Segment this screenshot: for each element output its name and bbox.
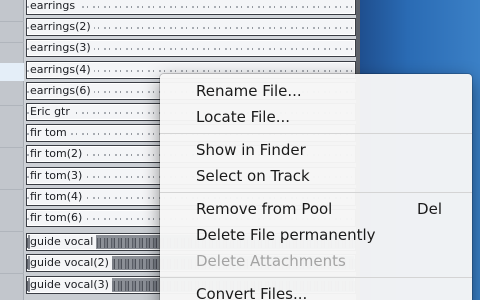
- menu-item-label: Rename File...: [196, 82, 302, 100]
- clip-name: earrings(6): [30, 84, 94, 98]
- menu-item-delete-attachments: Delete Attachments: [160, 248, 472, 274]
- clip-name: earrings(4): [30, 63, 94, 77]
- menu-item-select-on-track[interactable]: Select on Track: [160, 163, 472, 189]
- menu-item-label: Delete Attachments: [196, 252, 346, 270]
- context-menu: Rename File... Locate File... Show in Fi…: [160, 74, 472, 300]
- menu-item-convert-files[interactable]: Convert Files...: [160, 281, 472, 300]
- menu-item-label: Convert Files...: [196, 285, 308, 300]
- gutter-divider: [0, 105, 24, 106]
- gutter-divider: [0, 273, 24, 274]
- gutter-divider: [0, 231, 24, 232]
- clip-name: Eric gtr: [30, 105, 73, 119]
- menu-item-label: Select on Track: [196, 167, 310, 185]
- clip-name: guide vocal: [30, 235, 97, 249]
- clip-name: earrings(2): [30, 20, 94, 34]
- menu-separator: [160, 192, 472, 193]
- keyboard-shortcut: Del: [417, 200, 442, 218]
- menu-item-locate-file[interactable]: Locate File...: [160, 104, 472, 130]
- audio-clip[interactable]: earrings(3): [26, 39, 356, 57]
- menu-separator: [160, 277, 472, 278]
- clip-name: fir tom(3): [30, 169, 86, 183]
- menu-separator: [160, 133, 472, 134]
- clip-name: fir tom: [30, 126, 70, 140]
- clip-name: earrings: [30, 0, 79, 13]
- menu-item-delete-file-permanently[interactable]: Delete File permanently: [160, 222, 472, 248]
- menu-item-label: Remove from Pool: [196, 200, 333, 218]
- gutter-divider: [0, 147, 24, 148]
- gutter-divider: [0, 42, 24, 43]
- menu-item-rename-file[interactable]: Rename File...: [160, 78, 472, 104]
- menu-item-label: Locate File...: [196, 108, 290, 126]
- audio-clip[interactable]: earrings: [26, 0, 356, 15]
- clip-name: fir tom(4): [30, 190, 86, 204]
- clip-name: fir tom(2): [30, 147, 86, 161]
- menu-item-label: Delete File permanently: [196, 226, 376, 244]
- menu-item-remove-from-pool[interactable]: Remove from Pool Del: [160, 196, 472, 222]
- menu-item-show-in-finder[interactable]: Show in Finder: [160, 137, 472, 163]
- clip-name: fir tom(6): [30, 211, 86, 225]
- menu-item-label: Show in Finder: [196, 141, 306, 159]
- gutter-divider: [0, 21, 24, 22]
- clip-name: guide vocal(3): [30, 278, 112, 292]
- gutter-highlight: [0, 63, 24, 81]
- row-gutter: [0, 0, 24, 300]
- gutter-divider: [0, 189, 24, 190]
- clip-name: guide vocal(2): [30, 256, 112, 270]
- clip-name: earrings(3): [30, 41, 94, 55]
- audio-clip[interactable]: earrings(2): [26, 18, 356, 36]
